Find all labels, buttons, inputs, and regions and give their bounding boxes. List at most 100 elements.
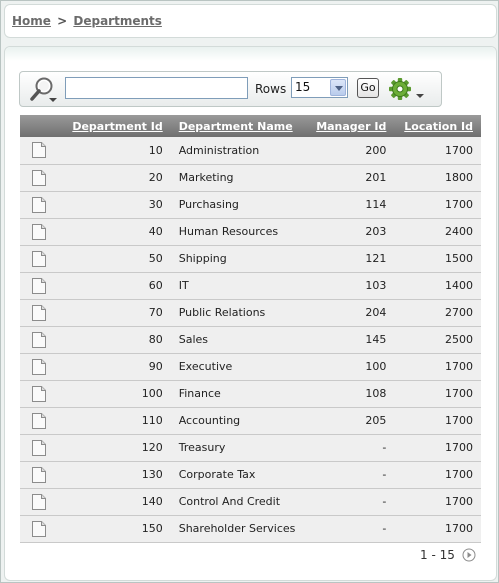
document-icon[interactable] (32, 331, 46, 348)
cell-department-id: 60 (62, 272, 171, 300)
row-edit-cell (20, 299, 62, 327)
table-row: 90 Executive 100 1700 (20, 353, 481, 381)
document-icon[interactable] (32, 277, 46, 294)
cell-location-id: 1700 (394, 488, 481, 516)
cell-location-id: 1700 (394, 137, 481, 165)
cell-location-id: 1700 (394, 461, 481, 489)
cell-department-id: 150 (62, 515, 171, 543)
cell-location-id: 2700 (394, 299, 481, 327)
cell-department-name: Administration (170, 137, 307, 165)
document-icon[interactable] (32, 439, 46, 456)
app-window: Home > Departments Rows 15 Go Department… (0, 0, 499, 583)
cell-department-name: Sales (170, 326, 307, 354)
cell-department-id: 50 (62, 245, 171, 273)
rows-select[interactable]: 15 (291, 77, 348, 98)
document-icon[interactable] (32, 169, 46, 186)
breadcrumb-departments-link[interactable]: Departments (73, 14, 162, 28)
cell-department-id: 30 (62, 191, 171, 219)
cell-manager-id: 103 (306, 272, 395, 300)
go-button[interactable]: Go (357, 78, 379, 98)
cell-manager-id: - (306, 515, 395, 543)
row-edit-cell (20, 488, 62, 516)
cell-manager-id: - (306, 488, 395, 516)
cell-department-name: Control And Credit (170, 488, 307, 516)
cell-manager-id: 201 (306, 164, 395, 192)
document-icon[interactable] (32, 250, 46, 267)
document-icon[interactable] (32, 196, 46, 213)
cell-department-name: IT (170, 272, 307, 300)
row-edit-cell (20, 272, 62, 300)
breadcrumb-separator: > (57, 14, 68, 28)
breadcrumb-home-link[interactable]: Home (12, 14, 51, 28)
rows-select-value: 15 (295, 80, 311, 94)
document-icon[interactable] (32, 358, 46, 375)
magnifier-icon[interactable] (28, 76, 60, 104)
table-row: 60 IT 103 1400 (20, 272, 481, 300)
header-manager-id[interactable]: Manager Id (306, 115, 395, 137)
cell-department-name: Public Relations (170, 299, 307, 327)
table-row: 40 Human Resources 203 2400 (20, 218, 481, 246)
header-department-name[interactable]: Department Name (170, 115, 307, 137)
row-edit-cell (20, 434, 62, 462)
document-icon[interactable] (32, 412, 46, 429)
table-row: 10 Administration 200 1700 (20, 137, 481, 165)
search-input[interactable] (65, 77, 248, 99)
cell-manager-id: - (306, 461, 395, 489)
row-edit-cell (20, 164, 62, 192)
row-edit-cell (20, 326, 62, 354)
table-row: 130 Corporate Tax -1700 (20, 461, 481, 489)
header-department-id[interactable]: Department Id (62, 115, 171, 137)
table-row: 70 Public Relations 204 2700 (20, 299, 481, 327)
table-body: 10 Administration 200 1700 20 Marketing 201 180… (20, 137, 481, 543)
cell-department-id: 80 (62, 326, 171, 354)
row-edit-cell (20, 137, 62, 165)
table-row: 140 Control And Credit -1700 (20, 488, 481, 516)
table-row: 150 Shareholder Services -1700 (20, 515, 481, 543)
cell-manager-id: 108 (306, 380, 395, 408)
table-header-row: Department Id Department Name Manager Id… (20, 115, 481, 137)
cell-manager-id: 203 (306, 218, 395, 246)
cell-department-name: Finance (170, 380, 307, 408)
table-row: 80 Sales 145 2500 (20, 326, 481, 354)
cell-department-name: Shareholder Services (170, 515, 307, 543)
cell-department-id: 10 (62, 137, 171, 165)
cell-department-name: Corporate Tax (170, 461, 307, 489)
document-icon[interactable] (32, 385, 46, 402)
cell-manager-id: 204 (306, 299, 395, 327)
cell-location-id: 2400 (394, 218, 481, 246)
document-icon[interactable] (32, 304, 46, 321)
row-edit-cell (20, 380, 62, 408)
table-row: 110 Accounting 205 1700 (20, 407, 481, 435)
document-icon[interactable] (32, 223, 46, 240)
cell-location-id: 1700 (394, 407, 481, 435)
document-icon[interactable] (32, 520, 46, 537)
document-icon[interactable] (32, 493, 46, 510)
cell-department-name: Human Resources (170, 218, 307, 246)
cell-manager-id: 205 (306, 407, 395, 435)
cell-department-name: Executive (170, 353, 307, 381)
cell-department-name: Accounting (170, 407, 307, 435)
cell-location-id: 1800 (394, 164, 481, 192)
cell-department-id: 100 (62, 380, 171, 408)
report-region: Rows 15 Go Department Id Department Name… (4, 46, 497, 581)
cell-location-id: 1400 (394, 272, 481, 300)
table-row: 50 Shipping 121 1500 (20, 245, 481, 273)
cell-location-id: 1500 (394, 245, 481, 273)
row-edit-cell (20, 407, 62, 435)
chevron-down-icon[interactable] (330, 79, 346, 96)
header-location-id[interactable]: Location Id (394, 115, 481, 137)
cell-department-id: 140 (62, 488, 171, 516)
document-icon[interactable] (32, 466, 46, 483)
cell-department-id: 70 (62, 299, 171, 327)
cell-location-id: 1700 (394, 353, 481, 381)
cell-department-id: 20 (62, 164, 171, 192)
document-icon[interactable] (32, 142, 46, 159)
pagination-range: 1 - 15 (420, 548, 455, 562)
cell-manager-id: - (306, 434, 395, 462)
row-edit-cell (20, 353, 62, 381)
cell-department-name: Treasury (170, 434, 307, 462)
table-row: 100 Finance 108 1700 (20, 380, 481, 408)
next-arrow-icon[interactable] (462, 548, 476, 562)
cell-department-name: Shipping (170, 245, 307, 273)
gear-icon[interactable] (388, 77, 426, 103)
